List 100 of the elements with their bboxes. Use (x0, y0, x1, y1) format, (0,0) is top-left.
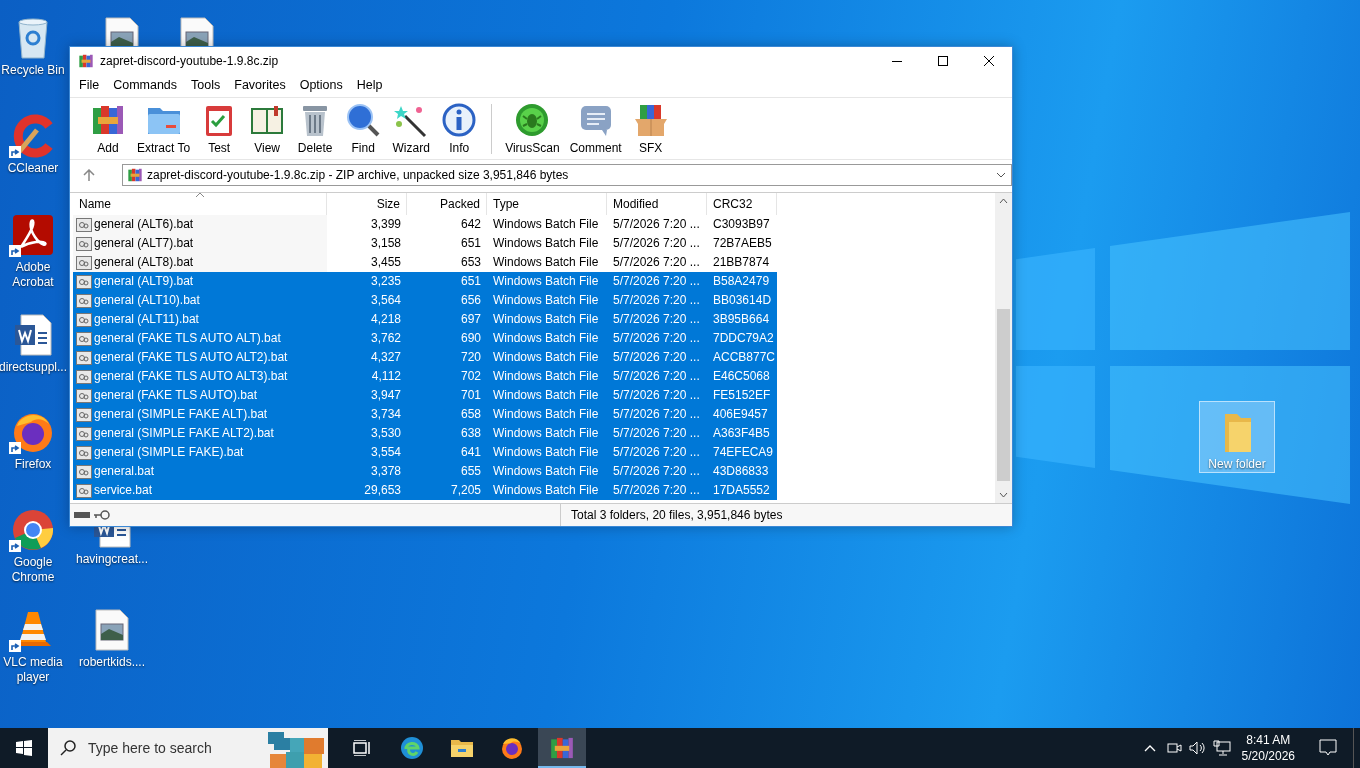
table-row[interactable]: general (ALT8).bat 3,455 653 Windows Batch File 5/7/2026 7:20 ... 21BB7874 (73, 253, 777, 272)
table-row[interactable]: general (ALT9).bat 3,235 651 Windows Batch File 5/7/2026 7:20 ... B58A2479 (73, 272, 777, 291)
toolbar-button[interactable]: Comment (564, 100, 627, 157)
drive-icon (74, 511, 90, 519)
table-cell-text: 642 (459, 216, 482, 233)
file-icon (76, 464, 92, 479)
desktop-icon[interactable]: CCleaner (0, 106, 66, 176)
table-cell-text: 3,530 (369, 425, 402, 442)
icon-label: Firefox (14, 457, 52, 472)
table-cell-text: 4,218 (369, 311, 402, 328)
desktop-icon[interactable]: Adobe Acrobat (0, 205, 66, 290)
toolbar-button[interactable]: Info (435, 100, 484, 157)
desktop-icon[interactable]: Google Chrome (0, 500, 66, 585)
table-row[interactable]: general (ALT11).bat 4,218 697 Windows Batch File 5/7/2026 7:20 ... 3B95B664 (73, 310, 777, 329)
table-row[interactable]: general (FAKE TLS AUTO).bat 3,947 701 Windows Batch File 5/7/2026 7:20 ... FE5152EF (73, 386, 777, 405)
table-cell-text: Windows Batch File (492, 273, 600, 290)
table-cell-text: 5/7/2026 7:20 ... (612, 387, 701, 404)
table-cell-text: Windows Batch File (492, 330, 600, 347)
table-cell-text: 5/7/2026 7:20 ... (612, 216, 701, 233)
toolbar-button[interactable]: Extract To (132, 100, 196, 157)
desktop-icon[interactable]: Recycle Bin (0, 8, 66, 78)
table-cell-text: 72B7AEB5 (712, 235, 773, 252)
toolbar-button[interactable]: SFX (626, 100, 675, 157)
desktop-icon[interactable]: robertkids.... (75, 600, 149, 670)
desktop-icon[interactable]: directsuppl... (0, 305, 66, 375)
table-cell-text: 655 (459, 463, 482, 480)
menu-item[interactable]: Favorites (227, 75, 293, 95)
table-row[interactable]: service.bat 29,653 7,205 Windows Batch File 5/7/2026 7:20 ... 17DA5552 (73, 481, 777, 500)
toolbar-button[interactable]: Add (84, 100, 132, 157)
column-header[interactable]: Packed (407, 193, 487, 215)
menu-item[interactable]: Tools (184, 75, 228, 95)
icon-label: Adobe Acrobat (11, 260, 55, 290)
table-cell-text: 5/7/2026 7:20 ... (612, 330, 701, 347)
table-cell-text: Windows Batch File (492, 254, 600, 271)
table-cell-text: 5/7/2026 7:20 ... (612, 292, 701, 309)
desktop-icon[interactable]: Firefox (0, 402, 66, 472)
table-row[interactable]: general (ALT6).bat 3,399 642 Windows Batch File 5/7/2026 7:20 ... C3093B97 (73, 215, 777, 234)
table-cell-text: 3,378 (369, 463, 402, 480)
menu-item[interactable]: Help (349, 75, 390, 95)
table-cell-text: Windows Batch File (492, 349, 600, 366)
pdf-icon (11, 213, 55, 257)
task-view-icon (353, 740, 371, 756)
table-row[interactable]: general (SIMPLE FAKE).bat 3,554 641 Windows Batch File 5/7/2026 7:20 ... 74EFECA9 (73, 443, 777, 462)
table-cell-text: general (ALT8).bat (94, 254, 194, 271)
menu-item[interactable]: File (72, 75, 107, 95)
table-cell-text: 3B95B664 (712, 311, 771, 328)
table-row[interactable]: general (FAKE TLS AUTO ALT2).bat 4,327 720 Windows Batch File 5/7/2026 7:20 ... ACCB877C (73, 348, 777, 367)
camera-icon (1165, 740, 1182, 756)
column-header[interactable]: Modified (607, 193, 707, 215)
table-cell-text: ACCB877C (712, 349, 777, 366)
desktop-icon[interactable]: VLC media player (0, 600, 66, 685)
table-cell-text: 5/7/2026 7:20 ... (612, 254, 701, 271)
toolbar-button[interactable]: VirusScan (500, 100, 565, 157)
search-icon (60, 740, 76, 756)
menu-item[interactable]: Options (292, 75, 350, 95)
table-row[interactable]: general (FAKE TLS AUTO ALT).bat 3,762 690 Windows Batch File 5/7/2026 7:20 ... 7DDC79A2 (73, 329, 777, 348)
table-row[interactable]: general (ALT10).bat 3,564 656 Windows Batch File 5/7/2026 7:20 ... BB03614D (73, 291, 777, 310)
table-cell-text: 3,158 (369, 235, 402, 252)
column-header[interactable]: CRC32 (707, 193, 777, 215)
minimize-icon (892, 60, 902, 62)
chevron-up-icon (1143, 744, 1156, 752)
toolbar-button[interactable]: Delete (291, 100, 340, 157)
toolbar-button[interactable]: Wizard (387, 100, 436, 157)
column-header[interactable]: Size (327, 193, 407, 215)
brush-icon (11, 114, 55, 158)
table-row[interactable]: general (SIMPLE FAKE ALT).bat 3,734 658 Windows Batch File 5/7/2026 7:20 ... 406E9457 (73, 405, 777, 424)
table-cell-text: 3,947 (369, 387, 402, 404)
file-icon (76, 445, 92, 460)
network-icon (1212, 740, 1231, 756)
table-cell-text: general (ALT9).bat (94, 273, 194, 290)
document-icon (13, 313, 53, 357)
toolbar-button[interactable]: Find (339, 100, 388, 157)
table-cell-text: BB03614D (712, 292, 773, 309)
maximize-icon (938, 56, 948, 66)
table-row[interactable]: general (SIMPLE FAKE ALT2).bat 3,530 638 Windows Batch File 5/7/2026 7:20 ... A363F4B5 (73, 424, 777, 443)
table-row[interactable]: general (ALT7).bat 3,158 651 Windows Batch File 5/7/2026 7:20 ... 72B7AEB5 (73, 234, 777, 253)
toolbar-button[interactable]: View (243, 100, 292, 157)
table-cell-text: E46C5068 (712, 368, 771, 385)
speaker-icon (1188, 740, 1207, 756)
table-cell-text: Windows Batch File (492, 482, 600, 499)
scrollbar[interactable] (995, 193, 1012, 503)
column-header[interactable]: Type (487, 193, 607, 215)
menu-item[interactable]: Commands (106, 75, 185, 95)
file-icon (76, 369, 92, 384)
table-cell-text: general (FAKE TLS AUTO ALT).bat (94, 330, 281, 347)
table-row[interactable]: general.bat 3,378 655 Windows Batch File 5/7/2026 7:20 ... 43D86833 (73, 462, 777, 481)
close-icon (984, 56, 994, 66)
table-cell-text: 29,653 (363, 482, 402, 499)
clock[interactable]: 8:41 AM 5/20/2026 (1233, 728, 1303, 768)
file-icon (76, 426, 92, 441)
firefox-icon (500, 736, 524, 760)
table-cell-text: general (SIMPLE FAKE ALT).bat (94, 406, 268, 423)
table-cell-text: 3,564 (369, 292, 402, 309)
table-cell-text: Windows Batch File (492, 216, 600, 233)
table-cell-text: A363F4B5 (712, 425, 771, 442)
table-cell-text: 702 (459, 368, 482, 385)
address-field[interactable]: zapret-discord-youtube-1.9.8c.zip - ZIP archive, unpacked size 3,951,846 bytes (122, 164, 1012, 186)
table-cell-text: 658 (459, 406, 482, 423)
toolbar-button[interactable]: Test (195, 100, 244, 157)
table-row[interactable]: general (FAKE TLS AUTO ALT3).bat 4,112 702 Windows Batch File 5/7/2026 7:20 ... E46C5068 (73, 367, 777, 386)
